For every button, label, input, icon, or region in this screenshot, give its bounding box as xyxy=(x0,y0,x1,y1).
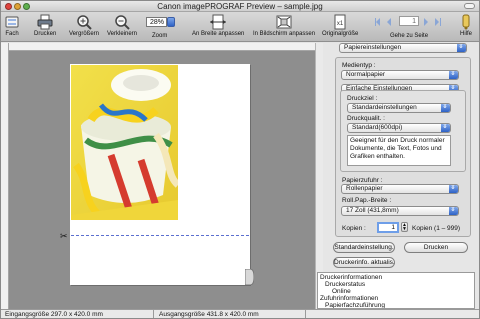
original-size-button[interactable]: x1 Originalgröße xyxy=(322,14,358,37)
media-type-select[interactable]: Normalpapier xyxy=(341,70,459,80)
list-item: Zufuhrinformationen xyxy=(320,295,379,302)
zoom-out-icon xyxy=(115,15,130,30)
roll-width-label: Roll.Pap.-Breite : xyxy=(342,197,392,204)
page-forward-icons xyxy=(424,18,441,26)
help-button[interactable]: Hilfe xyxy=(458,14,474,37)
copies-range-label: Kopien (1 – 999) xyxy=(412,225,461,232)
status-divider xyxy=(153,310,154,318)
original-size-icon: x1 xyxy=(334,14,346,30)
print-quality-value: Standard(600dpi) xyxy=(352,124,403,131)
print-quality-label: Druckqualit. : xyxy=(347,115,385,122)
help-icon xyxy=(462,14,470,30)
select-arrow-icon xyxy=(449,71,458,79)
select-arrow-icon xyxy=(457,44,466,52)
fit-screen-icon xyxy=(276,15,292,29)
preview-canvas[interactable]: ✂ xyxy=(9,51,315,309)
preview-window: Canon imagePROGRAF Preview – sample.jpg … xyxy=(0,0,480,319)
list-item: Druckerstatus xyxy=(325,281,366,288)
goto-page-label: Gehe zu Seite xyxy=(390,33,429,39)
printer-info-list[interactable]: Druckerinformationen Druckerstatus Onlin… xyxy=(317,272,475,309)
fit-screen-label: In Bildschirm anpassen xyxy=(253,31,316,37)
zoom-in-icon xyxy=(77,15,92,30)
fit-width-label: An Breite anpassen xyxy=(192,31,245,37)
print-toolbar-button[interactable]: Drucken xyxy=(34,14,56,37)
original-size-label: Originalgröße xyxy=(322,31,359,37)
page-number-input[interactable]: 1 xyxy=(399,16,419,26)
page-back-icons xyxy=(375,18,391,26)
print-target-select[interactable]: Standardeinstellungen xyxy=(347,103,451,113)
select-arrow-icon xyxy=(449,207,458,215)
roll-width-select[interactable]: 17 Zoll (431,8mm) xyxy=(341,206,459,216)
tray-icon xyxy=(5,16,19,28)
window-title: Canon imagePROGRAF Preview – sample.jpg xyxy=(157,2,323,11)
scissors-icon: ✂ xyxy=(60,231,68,241)
input-size-text: Eingangsgröße 297.0 x 420.0 mm xyxy=(5,311,103,318)
tray-button[interactable]: Fach xyxy=(4,14,20,37)
select-arrow-icon xyxy=(449,185,458,193)
defaults-button[interactable]: Standardeinstellung. xyxy=(333,242,395,253)
settings-category-select[interactable]: Papiereinstellungen xyxy=(339,43,467,53)
roll-width-value: 17 Zoll (431,8mm) xyxy=(346,207,399,214)
toolbar: Fach Drucken Vergrößern Verkleinern 28% … xyxy=(1,12,479,42)
media-type-label: Medientyp : xyxy=(342,62,376,69)
roll-end-icon xyxy=(245,269,254,285)
preview-scrollbar[interactable] xyxy=(315,43,323,309)
paper-source-value: Rollenpapier xyxy=(346,185,383,192)
list-item: Online xyxy=(332,288,351,295)
print-label: Drucken xyxy=(34,31,57,37)
vertical-ruler xyxy=(1,43,9,309)
zoom-in-button[interactable]: Vergrößern xyxy=(69,14,99,37)
tray-label: Fach xyxy=(5,31,19,37)
fit-width-button[interactable]: An Breite anpassen xyxy=(192,14,244,37)
list-item: Papierfachzuführung xyxy=(325,302,385,309)
title-bar: Canon imagePROGRAF Preview – sample.jpg xyxy=(1,1,479,12)
print-button[interactable]: Drucken xyxy=(404,242,468,253)
paper-source-label: Papierzufuhr : xyxy=(342,177,383,184)
fit-width-icon xyxy=(210,14,227,30)
copies-input[interactable]: 1 xyxy=(377,222,399,233)
paper-source-select[interactable]: Rollenpapier xyxy=(341,184,459,194)
quality-description: Geeignet für den Druck normaler Dokument… xyxy=(347,135,451,166)
select-arrow-icon xyxy=(441,124,450,132)
status-bar: Eingangsgröße 297.0 x 420.0 mm Ausgangsg… xyxy=(1,309,479,318)
copies-stepper[interactable]: ▲ ▼ xyxy=(401,222,408,232)
output-size-text: Ausgangsgröße 431.8 x 420.0 mm xyxy=(159,311,259,318)
preview-image xyxy=(71,65,178,220)
select-arrow-icon xyxy=(441,104,450,112)
zoom-input[interactable]: 28% xyxy=(146,17,167,27)
toolbar-toggle-button[interactable] xyxy=(464,3,475,9)
zoom-dropdown-arrow[interactable] xyxy=(167,17,175,27)
print-target-value: Standardeinstellungen xyxy=(352,104,417,111)
list-item: Druckerinformationen xyxy=(320,274,383,281)
roll-cut-line xyxy=(71,235,249,236)
copies-label: Kopien : xyxy=(342,225,366,232)
printer-icon xyxy=(37,14,53,30)
zoom-in-label: Vergrößern xyxy=(69,31,100,37)
update-printer-info-button[interactable]: Druckerinfo. aktualis. xyxy=(333,257,395,268)
help-label: Hilfe xyxy=(459,31,472,37)
svg-text:x1: x1 xyxy=(337,21,344,27)
settings-category-value: Papiereinstellungen xyxy=(344,44,402,51)
zoom-label: Zoom xyxy=(152,33,168,39)
fit-screen-button[interactable]: In Bildschirm anpassen xyxy=(253,14,315,37)
zoom-out-button[interactable]: Verkleinern xyxy=(107,14,137,37)
print-quality-select[interactable]: Standard(600dpi) xyxy=(347,123,451,133)
status-divider xyxy=(305,310,306,318)
print-target-label: Druckziel : xyxy=(347,95,378,102)
zoom-out-label: Verkleinern xyxy=(107,31,138,37)
horizontal-ruler xyxy=(9,43,315,51)
media-type-value: Normalpapier xyxy=(346,71,386,78)
